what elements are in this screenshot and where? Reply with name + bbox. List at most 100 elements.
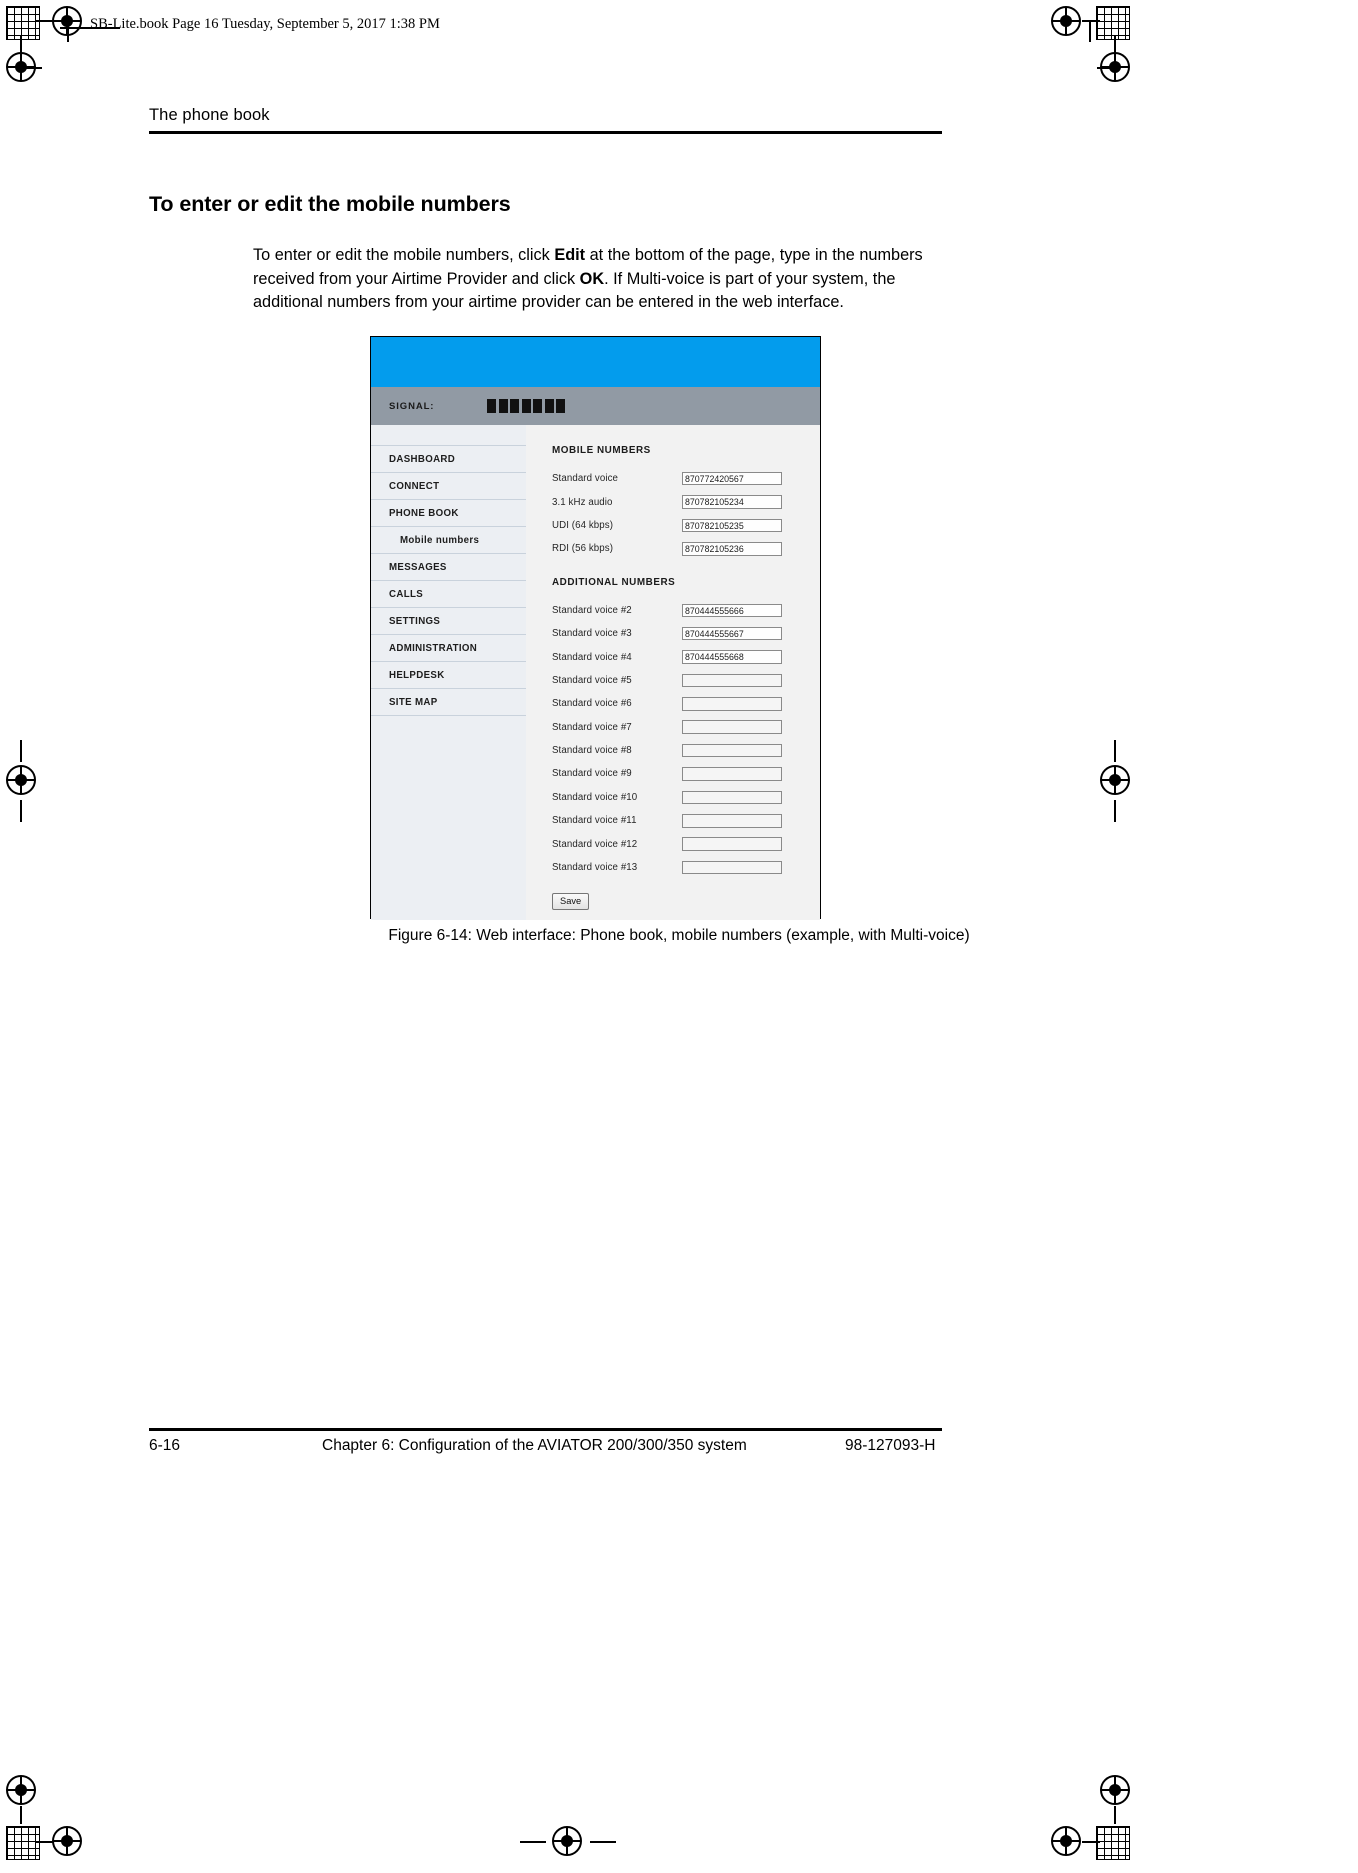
calibration-square-bottom-right (1096, 1826, 1130, 1860)
footer-page-number: 6-16 (149, 1437, 181, 1454)
sidebar-item-messages[interactable]: MESSAGES (371, 554, 526, 581)
table-row: Standard voice #8 (552, 739, 820, 762)
running-head: The phone book (149, 106, 270, 124)
label-standard-voice-7: Standard voice #7 (552, 721, 632, 733)
paragraph-bold-edit: Edit (554, 246, 586, 265)
additional-numbers-heading: ADDITIONAL NUMBERS (552, 576, 676, 588)
trim-tick-left-lower (20, 1806, 22, 1824)
sidebar-item-site-map[interactable]: SITE MAP (371, 689, 526, 716)
input-standard-voice-3[interactable]: 870444555667 (682, 626, 782, 641)
label-standard-voice-13: Standard voice #13 (552, 862, 638, 874)
sidebar-item-dashboard[interactable]: DASHBOARD (371, 445, 526, 473)
label-standard-voice-5: Standard voice #5 (552, 674, 632, 686)
label-standard-voice-8: Standard voice #8 (552, 745, 632, 757)
trim-tick-right-middle-b (1114, 800, 1116, 822)
trim-tick-right-middle (1114, 740, 1116, 762)
trim-tick-right-lower (1114, 1806, 1116, 1824)
sidebar-item-mobile-numbers[interactable]: Mobile numbers (371, 527, 526, 554)
trim-tick-top-right (1082, 20, 1100, 22)
section-heading: To enter or edit the mobile numbers (149, 192, 511, 216)
registration-target-left-middle (6, 765, 36, 795)
trim-tick-right-upper-v (1114, 36, 1116, 54)
web-interface-sidebar: DASHBOARD CONNECT PHONE BOOK Mobile numb… (371, 425, 526, 920)
table-row: Standard voice #4 870444555668 (552, 645, 820, 668)
page-header-text: SB-Lite.book Page 16 Tuesday, September … (90, 16, 440, 32)
trim-tick-top-right-v (1089, 22, 1091, 42)
trim-tick-bottom-center-l (520, 1841, 546, 1843)
input-standard-voice-2[interactable]: 870444555666 (682, 603, 782, 617)
table-row: Standard voice #3 870444555667 (552, 622, 820, 645)
table-row: UDI (64 kbps) 870782105235 (552, 514, 820, 537)
label-standard-voice-12: Standard voice #12 (552, 838, 638, 850)
footer-rule (149, 1428, 942, 1431)
table-row: Standard voice #7 (552, 716, 820, 739)
input-standard-voice[interactable]: 870772420567 (682, 471, 782, 486)
input-standard-voice-4[interactable]: 870444555668 (682, 650, 782, 664)
running-head-rule (149, 131, 942, 134)
table-row: Standard voice #5 (552, 669, 820, 692)
label-standard-voice-4: Standard voice #4 (552, 651, 632, 663)
trim-tick-bottom-right (1082, 1841, 1100, 1843)
input-standard-voice-5[interactable] (682, 673, 782, 688)
registration-target-bottom-center (552, 1826, 582, 1856)
input-standard-voice-10[interactable] (682, 790, 782, 805)
registration-target-right-middle (1100, 765, 1130, 795)
input-standard-voice-13[interactable] (682, 860, 782, 875)
calibration-square-top-left (6, 6, 40, 40)
trim-tick-bottom-center-r (590, 1841, 616, 1843)
table-row: Standard voice #6 (552, 692, 820, 715)
table-row: Standard voice #12 (552, 832, 820, 855)
table-row: 3.1 kHz audio 870782105234 (552, 490, 820, 513)
input-standard-voice-6[interactable] (682, 697, 782, 711)
trim-tick-left-middle (20, 740, 22, 762)
mobile-numbers-heading: MOBILE NUMBERS (552, 445, 651, 456)
web-interface-signal-bar: SIGNAL: (371, 387, 820, 425)
figure-web-interface: SIGNAL: DASHBOARD CONNECT PHONE BOOK Mob… (370, 336, 821, 920)
sidebar-item-administration[interactable]: ADMINISTRATION (371, 635, 526, 662)
trim-tick-left-middle-b (20, 800, 22, 822)
input-standard-voice-12[interactable] (682, 837, 782, 851)
label-standard-voice-6: Standard voice #6 (552, 698, 632, 710)
label-3-1-khz-audio: 3.1 kHz audio (552, 496, 613, 508)
label-standard-voice-3: Standard voice #3 (552, 628, 632, 640)
label-standard-voice: Standard voice (552, 473, 619, 485)
calibration-square-top-right (1096, 6, 1130, 40)
sidebar-item-helpdesk[interactable]: HELPDESK (371, 662, 526, 689)
save-button-wrapper: Save (552, 891, 820, 911)
input-rdi-56-kbps[interactable]: 870782105236 (682, 542, 782, 556)
input-standard-voice-11[interactable] (682, 814, 782, 828)
paragraph-part-1: To enter or edit the mobile numbers, cli… (253, 246, 555, 265)
save-button[interactable]: Save (552, 893, 590, 911)
trim-tick-top-left-v (67, 22, 69, 42)
input-standard-voice-8[interactable] (682, 743, 782, 758)
signal-label: SIGNAL: (389, 400, 435, 412)
registration-target-right-lower (1100, 1775, 1130, 1805)
label-rdi-56-kbps: RDI (56 kbps) (552, 543, 614, 555)
input-standard-voice-9[interactable] (682, 767, 782, 781)
input-udi-64-kbps[interactable]: 870782105235 (682, 518, 782, 533)
table-row: Standard voice #10 (552, 786, 820, 809)
calibration-square-bottom-left (6, 1826, 40, 1860)
trim-tick-top-left (36, 20, 54, 22)
figure-caption: Figure 6-14: Web interface: Phone book, … (388, 927, 970, 944)
input-3-1-khz-audio[interactable]: 870782105234 (682, 495, 782, 509)
sidebar-item-calls[interactable]: CALLS (371, 581, 526, 608)
web-interface-top-banner (371, 337, 820, 387)
sidebar-item-settings[interactable]: SETTINGS (371, 608, 526, 635)
table-row: Standard voice #11 (552, 809, 820, 832)
table-row: Standard voice #2 870444555666 (552, 599, 820, 622)
table-row: Standard voice #13 (552, 856, 820, 879)
trim-tick-right-upper-h (1097, 67, 1117, 69)
web-interface-main-content: MOBILE NUMBERS Standard voice 8707724205… (526, 425, 820, 920)
sidebar-item-phone-book[interactable]: PHONE BOOK (371, 500, 526, 527)
input-standard-voice-7[interactable] (682, 720, 782, 734)
sidebar-item-connect[interactable]: CONNECT (371, 473, 526, 500)
registration-target-left-lower (6, 1775, 36, 1805)
label-standard-voice-9: Standard voice #9 (552, 768, 632, 780)
registration-target-top-right (1051, 6, 1081, 36)
registration-target-bottom-right (1051, 1826, 1081, 1856)
label-udi-64-kbps: UDI (64 kbps) (552, 519, 614, 531)
body-paragraph: To enter or edit the mobile numbers, cli… (253, 244, 925, 314)
label-standard-voice-2: Standard voice #2 (552, 604, 632, 616)
table-row: Standard voice #9 (552, 762, 820, 785)
